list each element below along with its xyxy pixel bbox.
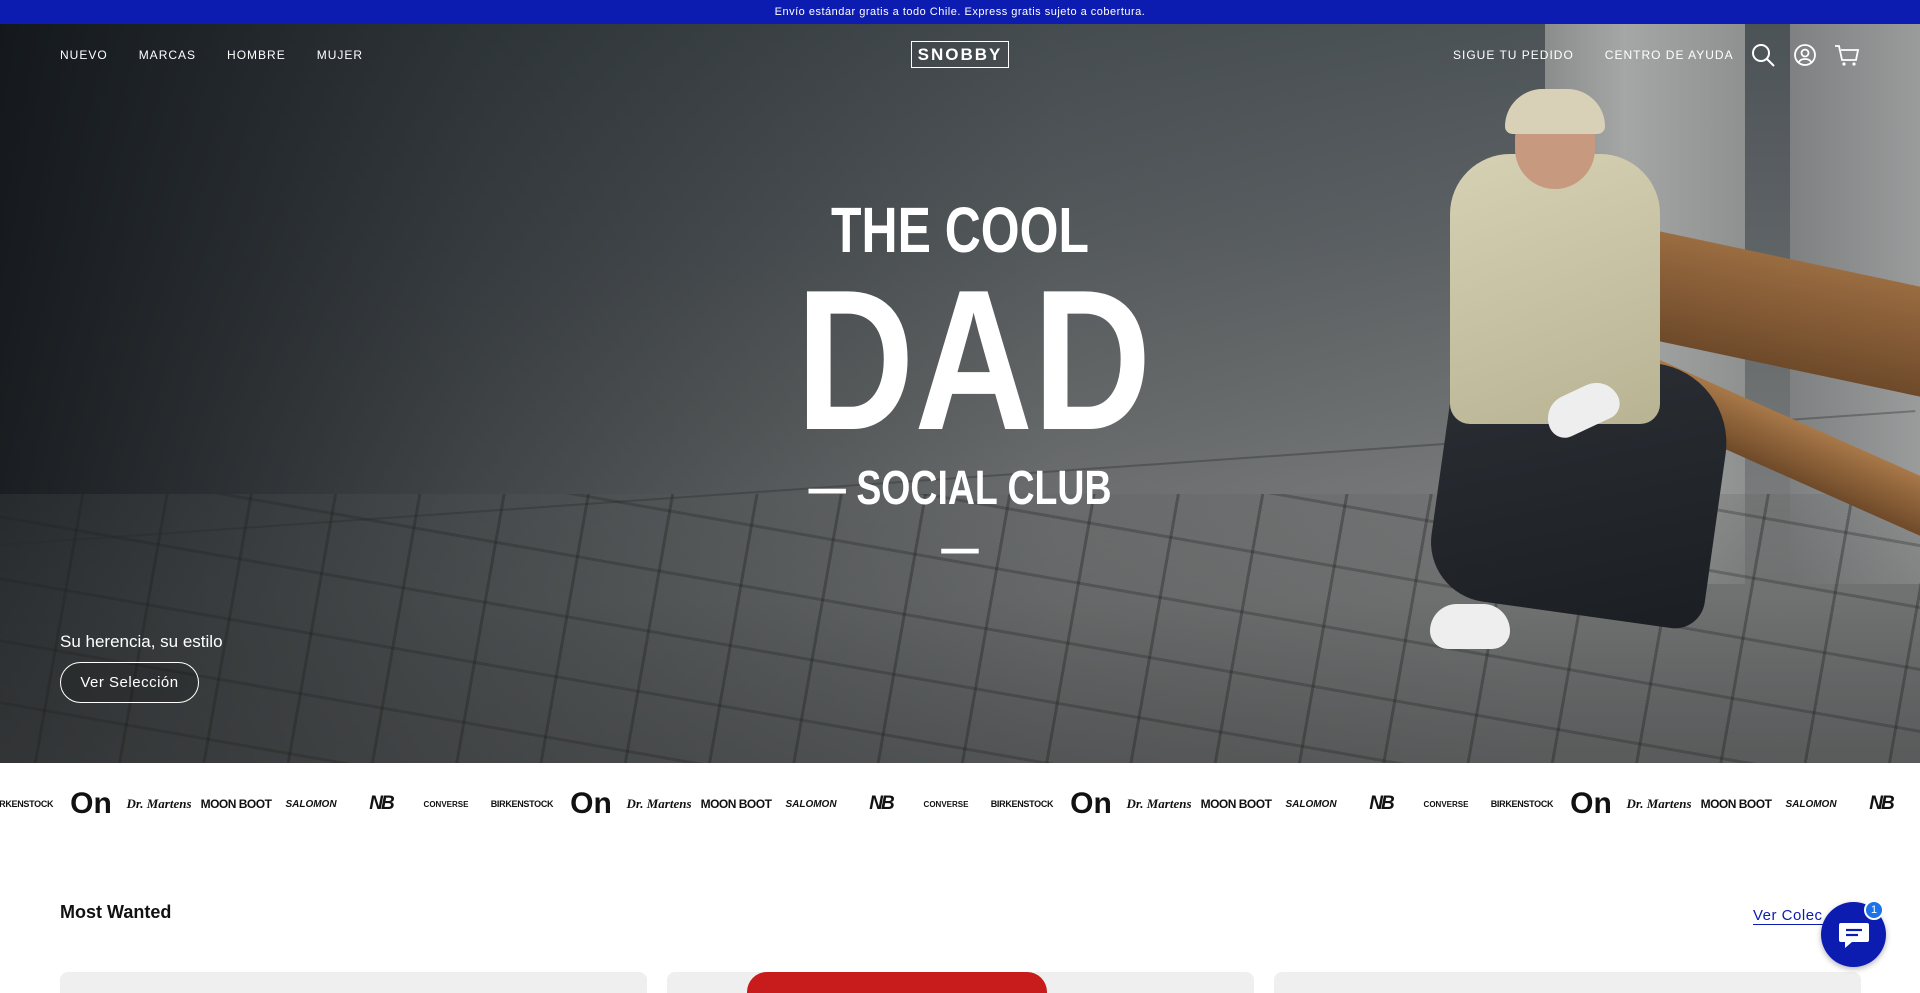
brand-logo-salomon[interactable]: SALOMON — [1272, 763, 1350, 845]
ver-coleccion-link[interactable]: Ver Colec — [1753, 907, 1823, 925]
nav-icons — [1750, 42, 1860, 68]
nav-link-nuevo[interactable]: NUEVO — [60, 48, 108, 62]
brand-logo-dr-martens[interactable]: Dr. Martens — [118, 763, 200, 845]
nav-link-sigue-tu-pedido[interactable]: SIGUE TU PEDIDO — [1453, 48, 1574, 62]
brand-logo-birkenstock[interactable]: BIRKENSTOCK — [1480, 763, 1564, 845]
most-wanted-title: Most Wanted — [60, 902, 172, 922]
brand-logo-salomon[interactable]: SALOMON — [1772, 763, 1850, 845]
hero-line-3: — SOCIAL CLUB — — [808, 462, 1112, 575]
nav-left-links: NUEVO MARCAS HOMBRE MUJER — [60, 24, 363, 86]
chat-notification-badge: 1 — [1864, 900, 1884, 920]
brand-logo-birkenstock[interactable]: BIRKENSTOCK — [0, 763, 64, 845]
brand-logo-new-balance[interactable]: NB — [350, 763, 412, 845]
nav-link-mujer[interactable]: MUJER — [317, 48, 363, 62]
brand-logo-birkenstock[interactable]: BIRKENSTOCK — [980, 763, 1064, 845]
nav-link-centro-de-ayuda[interactable]: CENTRO DE AYUDA — [1605, 48, 1734, 62]
brand-logo-on[interactable]: On — [564, 763, 618, 845]
brand-track: BIRKENSTOCK On Dr. Martens MOON BOOT SAL… — [0, 763, 1912, 845]
hero-headline: THE COOL DAD — SOCIAL CLUB — — [760, 195, 1160, 579]
main-navigation: NUEVO MARCAS HOMBRE MUJER SNOBBY SIGUE T… — [0, 24, 1920, 86]
brand-logo-converse[interactable]: CONVERSE — [1412, 763, 1480, 845]
brand-carousel: BIRKENSTOCK On Dr. Martens MOON BOOT SAL… — [0, 763, 1920, 845]
brand-logo-moon-boot[interactable]: MOON BOOT — [1200, 763, 1272, 845]
brand-logo-salomon[interactable]: SALOMON — [272, 763, 350, 845]
brand-logo-moon-boot[interactable]: MOON BOOT — [200, 763, 272, 845]
brand-logo-dr-martens[interactable]: Dr. Martens — [1618, 763, 1700, 845]
hero-model-cap — [1505, 89, 1605, 134]
brand-logo-dr-martens[interactable]: Dr. Martens — [618, 763, 700, 845]
hero-model-shoe — [1430, 604, 1510, 649]
cart-icon[interactable] — [1834, 42, 1860, 68]
search-icon[interactable] — [1750, 42, 1776, 68]
brand-logo-new-balance[interactable]: NB — [1350, 763, 1412, 845]
brand-logo-converse[interactable]: CONVERSE — [412, 763, 480, 845]
product-card[interactable] — [667, 972, 1254, 993]
brand-logo-birkenstock[interactable]: BIRKENSTOCK — [480, 763, 564, 845]
brand-logo-on[interactable]: On — [1064, 763, 1118, 845]
hero-banner[interactable]: THE COOL DAD — SOCIAL CLUB — — [0, 24, 1920, 763]
account-icon[interactable] — [1792, 42, 1818, 68]
brand-logo-new-balance[interactable]: NB — [1850, 763, 1912, 845]
announcement-text: Envío estándar gratis a todo Chile. Expr… — [774, 6, 1146, 18]
announcement-bar: Envío estándar gratis a todo Chile. Expr… — [0, 0, 1920, 24]
brand-logo-converse[interactable]: CONVERSE — [912, 763, 980, 845]
brand-logo-moon-boot[interactable]: MOON BOOT — [1700, 763, 1772, 845]
brand-logo-on[interactable]: On — [64, 763, 118, 845]
ver-seleccion-button[interactable]: Ver Selección — [60, 662, 199, 703]
hero-line-2: DAD — [796, 249, 1152, 472]
product-card[interactable] — [60, 972, 647, 993]
brand-logo-dr-martens[interactable]: Dr. Martens — [1118, 763, 1200, 845]
product-card[interactable] — [1274, 972, 1861, 993]
chat-icon — [1838, 922, 1869, 948]
brand-logo-on[interactable]: On — [1564, 763, 1618, 845]
brand-logo-new-balance[interactable]: NB — [850, 763, 912, 845]
nav-link-marcas[interactable]: MARCAS — [139, 48, 196, 62]
hero-model-torso — [1450, 154, 1660, 424]
site-logo[interactable]: SNOBBY — [911, 41, 1009, 68]
nav-right-links: SIGUE TU PEDIDO CENTRO DE AYUDA — [1453, 24, 1734, 86]
brand-logo-salomon[interactable]: SALOMON — [772, 763, 850, 845]
brand-logo-moon-boot[interactable]: MOON BOOT — [700, 763, 772, 845]
nav-link-hombre[interactable]: HOMBRE — [227, 48, 286, 62]
hero-tagline: Su herencia, su estilo — [60, 632, 223, 651]
product-image — [747, 972, 1047, 993]
